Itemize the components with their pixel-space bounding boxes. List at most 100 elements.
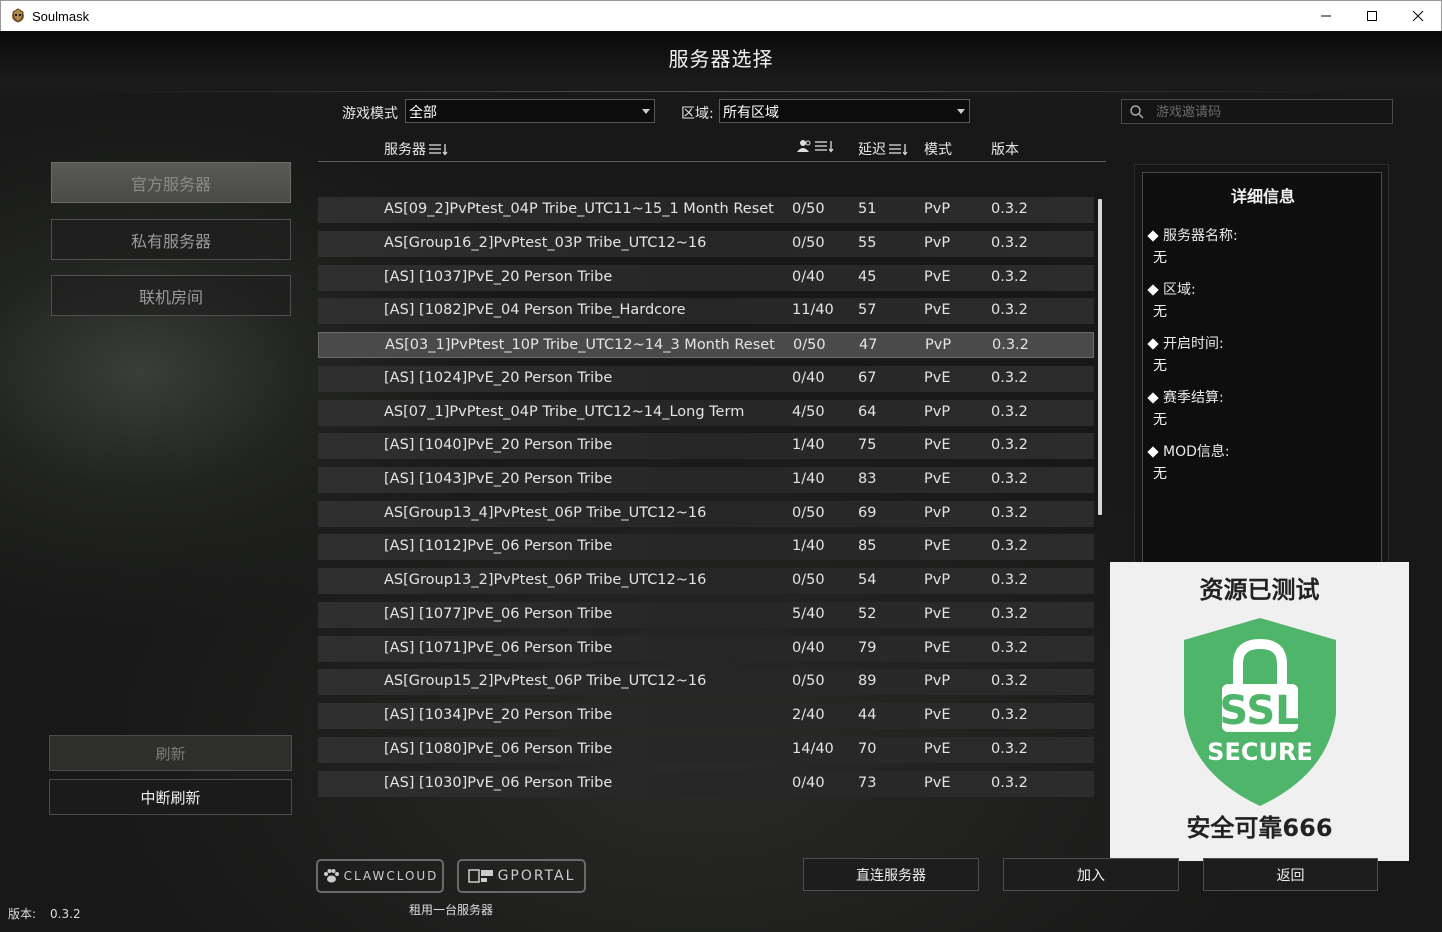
players-icon <box>797 140 811 152</box>
table-row[interactable]: [AS] [1082]PvE_04 Person Tribe_Hardcore 1… <box>318 298 1094 324</box>
server-version: 0.3.2 <box>991 437 1028 453</box>
stop-refresh-button[interactable]: 中断刷新 <box>49 779 292 815</box>
direct-connect-button[interactable]: 直连服务器 <box>803 858 979 891</box>
server-list-scrollbar[interactable] <box>1098 199 1102 515</box>
server-version: 0.3.2 <box>991 269 1028 285</box>
version-info: 版本: 0.3.2 <box>8 905 81 922</box>
server-ping: 64 <box>858 404 877 420</box>
server-players: 0/50 <box>792 572 825 588</box>
server-mode: PvP <box>924 235 951 251</box>
table-row[interactable]: AS[07_1]PvPtest_04P Tribe_UTC12~14_Long … <box>318 400 1094 426</box>
server-players: 0/40 <box>792 269 825 285</box>
server-mode: PvP <box>924 505 951 521</box>
sort-icon <box>889 144 908 156</box>
server-name: AS[03_1]PvPtest_10P Tribe_UTC12~14_3 Mon… <box>385 337 775 353</box>
lan-rooms-tab[interactable]: 联机房间 <box>51 275 291 316</box>
server-players: 1/40 <box>792 437 825 453</box>
detail-season-value: 无 <box>1153 412 1167 428</box>
server-version: 0.3.2 <box>992 337 1029 353</box>
server-version: 0.3.2 <box>991 235 1028 251</box>
invite-code-search[interactable] <box>1121 99 1393 124</box>
server-mode: PvE <box>924 775 951 791</box>
server-players: 1/40 <box>792 471 825 487</box>
server-name: AS[07_1]PvPtest_04P Tribe_UTC12~14_Long … <box>384 404 745 420</box>
game-mode-select[interactable]: 全部 <box>405 99 655 123</box>
server-mode: PvE <box>924 707 951 723</box>
refresh-button[interactable]: 刷新 <box>49 735 292 771</box>
col-header-ping-label: 延迟 <box>858 142 886 158</box>
server-ping: 55 <box>858 235 877 251</box>
back-button[interactable]: 返回 <box>1203 858 1378 891</box>
diamond-icon <box>1147 284 1159 296</box>
server-mode: PvE <box>924 370 951 386</box>
table-row[interactable]: [AS] [1077]PvE_06 Person Tribe 5/40 52 PvE 0… <box>318 602 1094 628</box>
region-select[interactable]: 所有区域 <box>719 99 970 123</box>
table-row[interactable]: [AS] [1043]PvE_20 Person Tribe 1/40 83 PvE 0… <box>318 467 1094 493</box>
table-row[interactable]: [AS] [1040]PvE_20 Person Tribe 1/40 75 PvE 0… <box>318 433 1094 459</box>
col-header-version: 版本 <box>991 142 1019 158</box>
server-name: [AS] [1080]PvE_06 Person Tribe <box>384 741 613 757</box>
table-row[interactable]: [AS] [1034]PvE_20 Person Tribe 2/40 44 PvE 0… <box>318 703 1094 729</box>
server-version: 0.3.2 <box>991 404 1028 420</box>
detail-title: 详细信息 <box>1230 187 1295 206</box>
server-version: 0.3.2 <box>991 201 1028 217</box>
table-row[interactable]: AS[Group13_2]PvPtest_06P Tribe_UTC12~16 0… <box>318 568 1094 594</box>
maximize-icon <box>1367 11 1377 21</box>
game-mode-value: 全部 <box>409 105 437 121</box>
table-row[interactable]: [AS] [1037]PvE_20 Person Tribe 0/40 45 PvE 0… <box>318 265 1094 291</box>
server-ping: 70 <box>858 741 877 757</box>
server-version: 0.3.2 <box>991 572 1028 588</box>
invite-code-input[interactable] <box>1156 102 1376 122</box>
server-name: [AS] [1030]PvE_06 Person Tribe <box>384 775 613 791</box>
table-row[interactable]: [AS] [1012]PvE_06 Person Tribe 1/40 85 PvE 0… <box>318 534 1094 560</box>
server-name: [AS] [1043]PvE_20 Person Tribe <box>384 471 613 487</box>
server-players: 0/50 <box>792 235 825 251</box>
table-row[interactable]: AS[09_2]PvPtest_04P Tribe_UTC11~15_1 Mon… <box>318 197 1094 223</box>
server-ping: 69 <box>858 505 877 521</box>
table-row[interactable]: AS[Group16_2]PvPtest_03P Tribe_UTC12~16 0… <box>318 231 1094 257</box>
official-servers-tab[interactable]: 官方服务器 <box>51 162 291 203</box>
gportal-label: GPORTAL <box>497 868 576 884</box>
server-players: 2/40 <box>792 707 825 723</box>
table-row[interactable]: [AS] [1030]PvE_06 Person Tribe 0/40 73 PvE 0… <box>318 771 1094 797</box>
minimize-button[interactable] <box>1303 1 1349 31</box>
region-value: 所有区域 <box>723 105 779 121</box>
server-name: [AS] [1012]PvE_06 Person Tribe <box>384 538 613 554</box>
server-players: 1/40 <box>792 538 825 554</box>
title-divider <box>80 91 1360 92</box>
col-header-players[interactable] <box>796 139 834 153</box>
version-label: 版本: <box>8 907 37 921</box>
table-row[interactable]: [AS] [1024]PvE_20 Person Tribe 0/40 67 PvE 0… <box>318 366 1094 392</box>
server-players: 0/50 <box>792 201 825 217</box>
table-row[interactable]: [AS] [1071]PvE_06 Person Tribe 0/40 79 PvE 0… <box>318 636 1094 662</box>
server-version: 0.3.2 <box>991 741 1028 757</box>
server-version: 0.3.2 <box>991 471 1028 487</box>
table-row[interactable]: [AS] [1080]PvE_06 Person Tribe 14/40 70 PvE… <box>318 737 1094 763</box>
join-button[interactable]: 加入 <box>1003 858 1179 891</box>
server-ping: 83 <box>858 471 877 487</box>
detail-mod-value: 无 <box>1153 466 1167 482</box>
server-players: 0/40 <box>792 775 825 791</box>
server-players: 0/40 <box>792 640 825 656</box>
ssl-badge-bottom-text: 安全可靠666 <box>1186 814 1333 842</box>
private-servers-tab[interactable]: 私有服务器 <box>51 219 291 260</box>
diamond-icon <box>1147 338 1159 350</box>
gportal-button[interactable]: GPORTAL <box>457 859 586 893</box>
col-header-ping[interactable]: 延迟 <box>858 139 908 159</box>
game-mode-label: 游戏模式 <box>342 106 398 122</box>
server-ping: 75 <box>858 437 877 453</box>
col-header-server[interactable]: 服务器 <box>384 139 448 159</box>
server-ping: 47 <box>859 337 878 353</box>
shield-lock-icon: SSL SECURE <box>1184 618 1336 806</box>
page-title: 服务器选择 <box>668 47 774 71</box>
table-row[interactable]: AS[Group13_4]PvPtest_06P Tribe_UTC12~16 0… <box>318 501 1094 527</box>
table-row-selected[interactable]: AS[03_1]PvPtest_10P Tribe_UTC12~14_3 Mon… <box>318 332 1094 358</box>
server-version: 0.3.2 <box>991 538 1028 554</box>
detail-open-time-label: 开启时间: <box>1147 333 1224 353</box>
close-button[interactable] <box>1395 1 1441 31</box>
server-ping: 54 <box>858 572 877 588</box>
clawcloud-button[interactable]: CLAWCLOUD <box>316 859 444 893</box>
table-row[interactable]: AS[Group15_2]PvPtest_06P Tribe_UTC12~16 0… <box>318 669 1094 695</box>
rent-server-label: 租用一台服务器 <box>409 903 494 917</box>
maximize-button[interactable] <box>1349 1 1395 31</box>
